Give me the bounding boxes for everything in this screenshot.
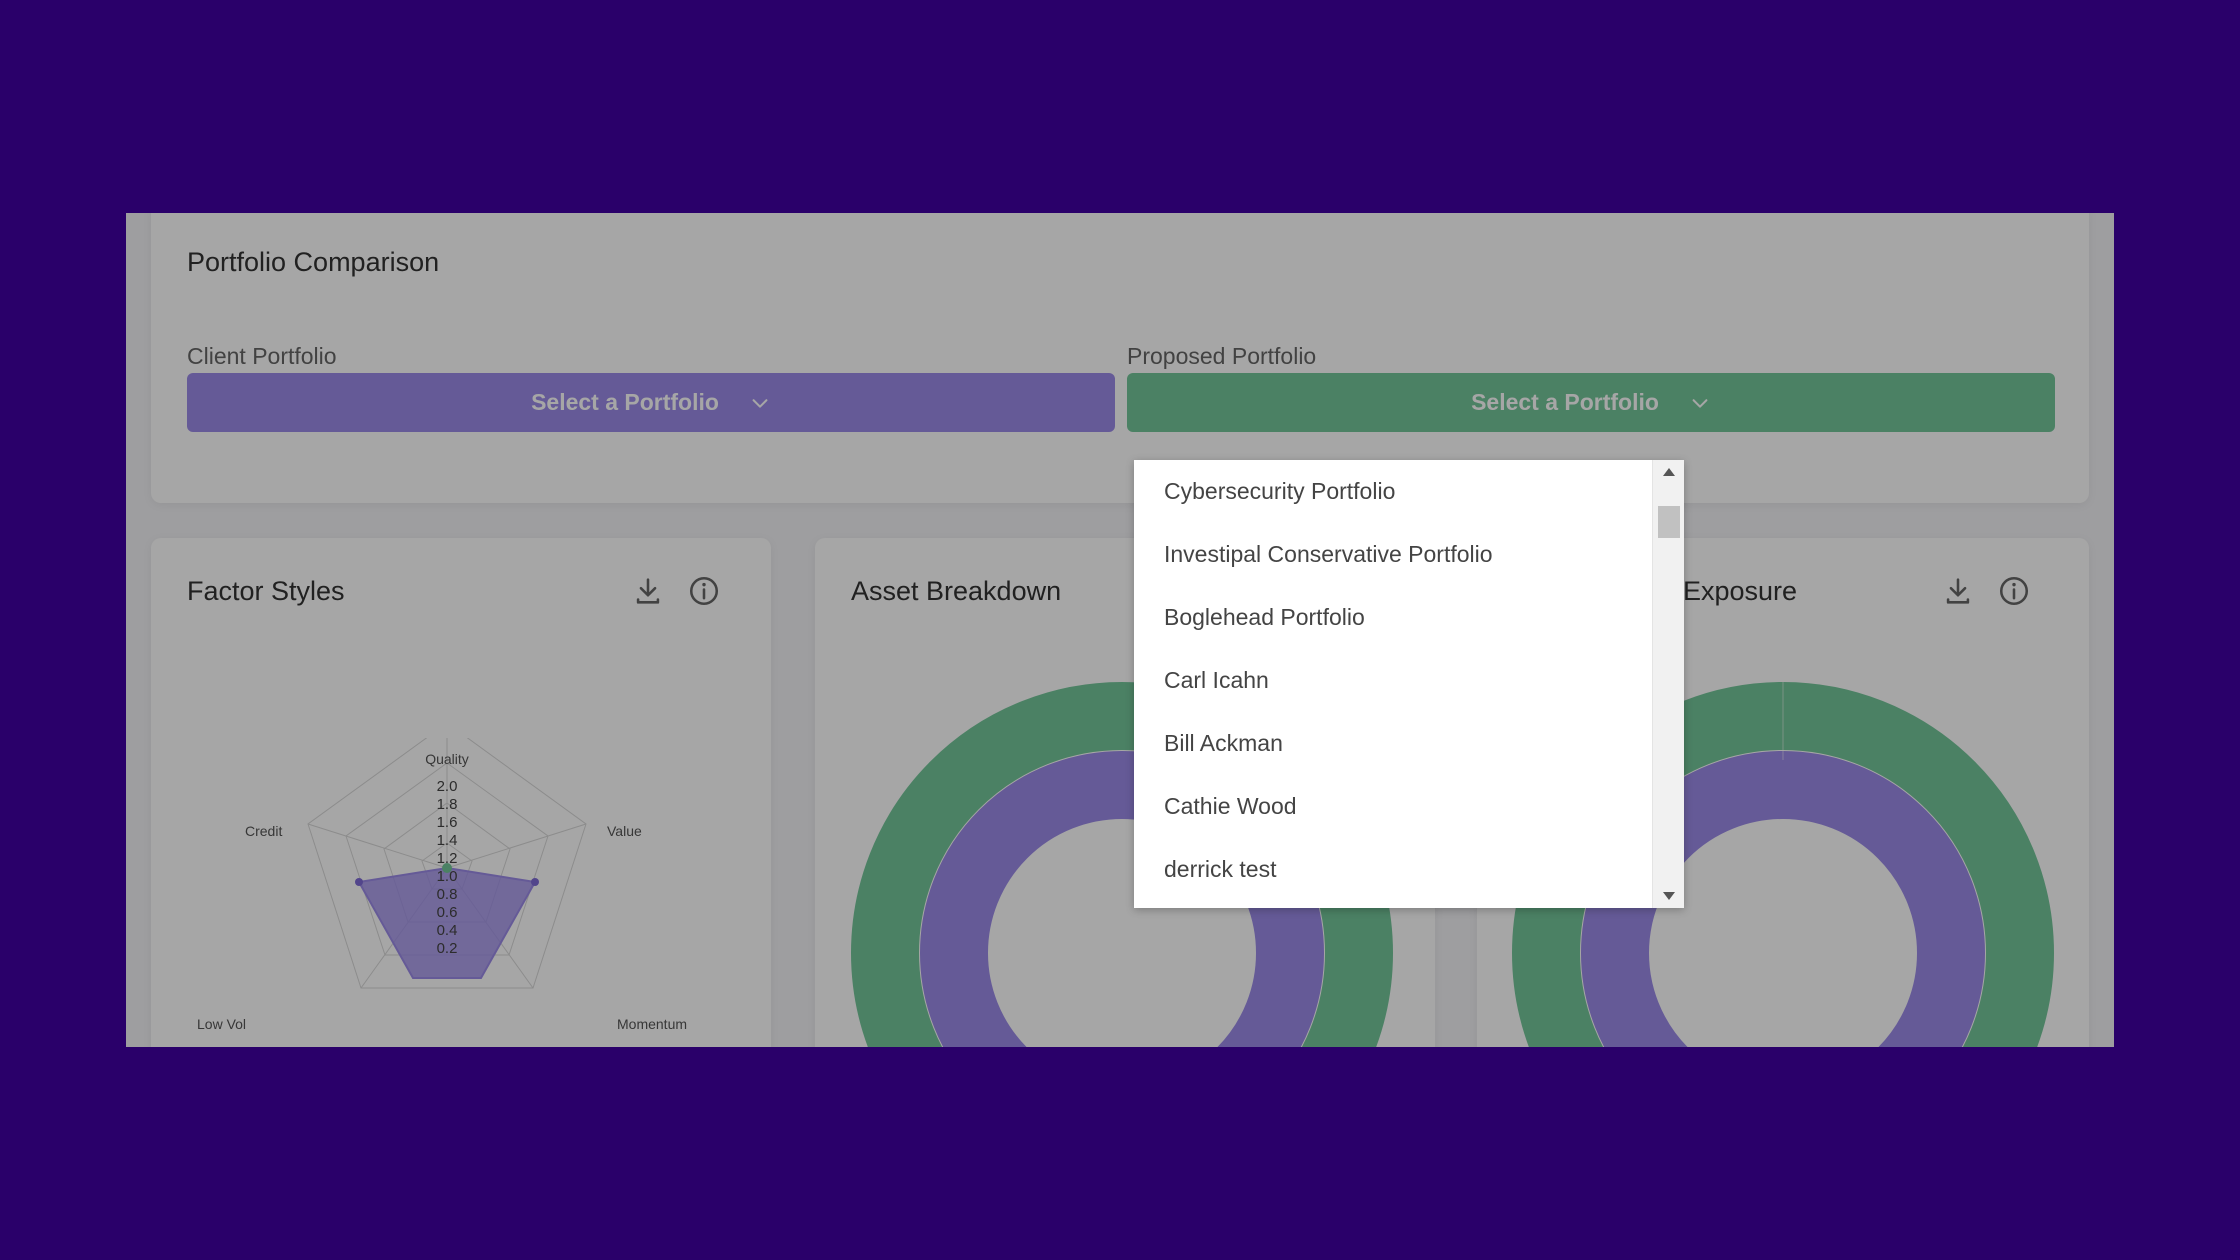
dropdown-list: Cybersecurity Portfolio Investipal Conse… bbox=[1134, 460, 1652, 908]
modal-dim-overlay[interactable] bbox=[126, 213, 2114, 1047]
dropdown-option[interactable]: Investipal Conservative Portfolio bbox=[1134, 523, 1652, 586]
proposed-portfolio-dropdown: Cybersecurity Portfolio Investipal Conse… bbox=[1134, 460, 1684, 908]
scroll-down-arrow-icon[interactable] bbox=[1653, 884, 1684, 908]
dropdown-option[interactable]: Cybersecurity Portfolio bbox=[1134, 460, 1652, 523]
dropdown-option[interactable]: Cathie Wood bbox=[1134, 775, 1652, 838]
dropdown-scrollbar[interactable] bbox=[1652, 460, 1684, 908]
dropdown-option[interactable]: Carl Icahn bbox=[1134, 649, 1652, 712]
app-window: Portfolio Comparison Client Portfolio Se… bbox=[126, 213, 2114, 1047]
scroll-up-arrow-icon[interactable] bbox=[1653, 460, 1684, 484]
dropdown-option[interactable]: Boglehead Portfolio bbox=[1134, 586, 1652, 649]
dropdown-option[interactable]: Bill Ackman bbox=[1134, 712, 1652, 775]
scrollbar-thumb[interactable] bbox=[1658, 506, 1680, 538]
dropdown-option[interactable]: derrick test bbox=[1134, 838, 1652, 901]
